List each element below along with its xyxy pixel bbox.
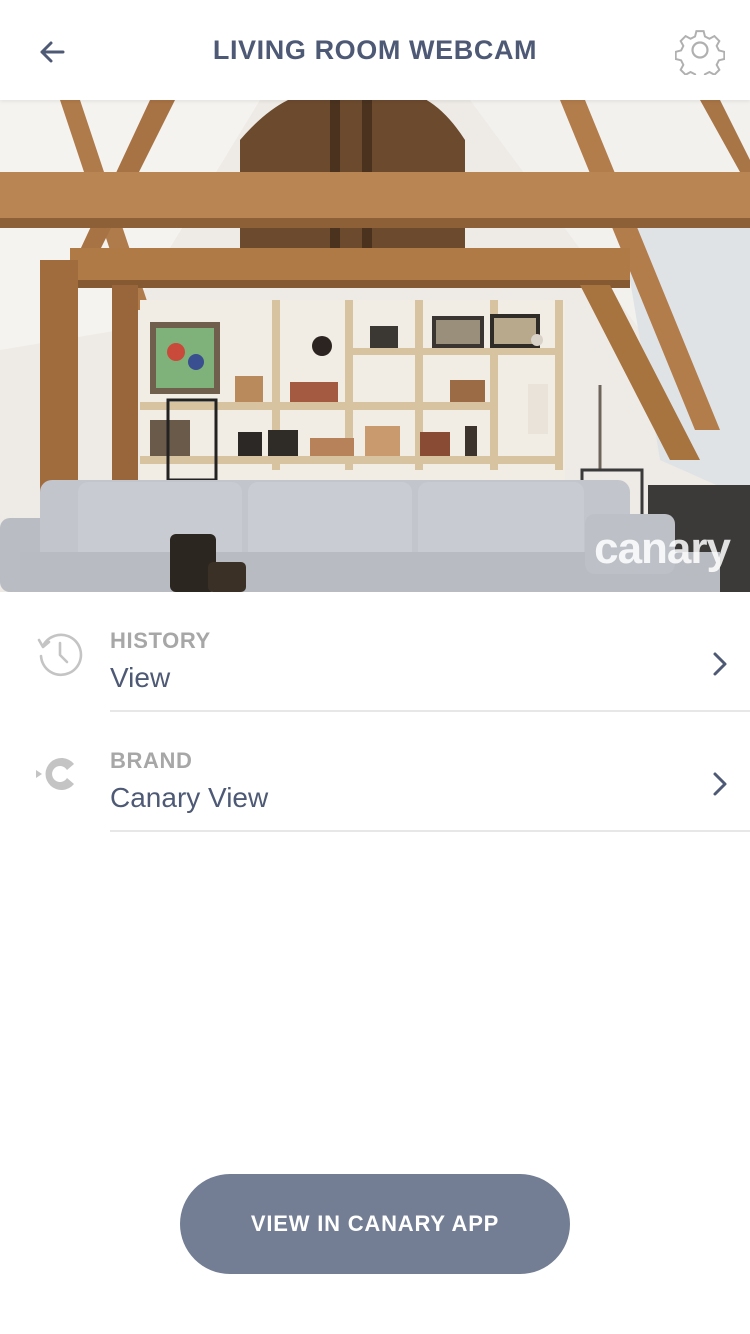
camera-info-list: HISTORY View BRAND Canary View [0,592,750,832]
arrow-left-icon [40,41,65,63]
history-icon-wrap [36,630,84,678]
brand-label: BRAND [110,748,193,773]
history-icon [37,633,83,677]
brand-icon-wrap [36,750,84,798]
canary-watermark: canary [594,524,731,573]
brand-row[interactable]: BRAND Canary View [0,712,750,832]
chevron-right-icon [708,770,732,798]
row-divider [110,830,750,832]
view-in-canary-app-button[interactable]: VIEW IN CANARY APP [180,1174,570,1274]
living-room-image [0,100,750,592]
history-label: HISTORY [110,628,211,653]
history-row[interactable]: HISTORY View [0,592,750,712]
chevron-right-icon [708,650,732,678]
page-title: LIVING ROOM WEBCAM [212,34,538,65]
back-button[interactable] [28,28,76,76]
gear-icon [675,30,725,75]
top-app-bar: LIVING ROOM WEBCAM [0,0,750,100]
brand-value: Canary View [110,782,269,813]
canary-logo-icon [36,758,74,790]
history-value: View [110,662,171,693]
camera-feed[interactable]: canary [0,100,750,592]
settings-button[interactable] [674,24,726,76]
